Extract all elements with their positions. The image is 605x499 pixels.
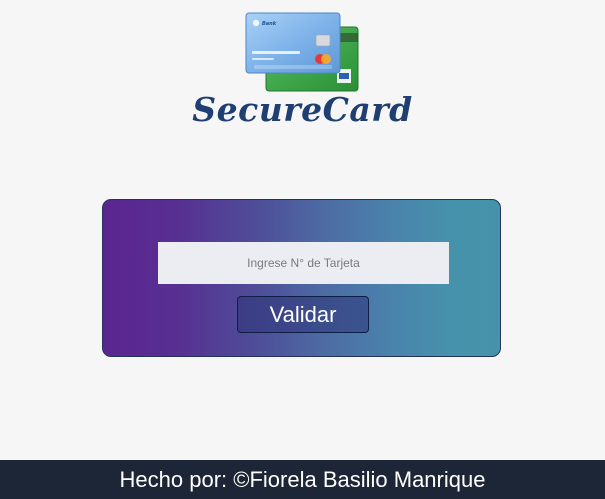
brand-name: SecureCard — [192, 90, 413, 129]
card-bank-text: Bank — [262, 21, 277, 27]
logo-header: Bank SecureCard — [0, 0, 605, 140]
credit-cards-icon: Bank — [245, 12, 359, 92]
footer: Hecho por: ©Fiorela Basilio Manrique — [0, 460, 605, 499]
validate-button[interactable]: Validar — [237, 296, 369, 333]
card-number-input[interactable] — [158, 242, 449, 284]
card-validation-panel: Validar — [102, 199, 501, 357]
footer-credit: Hecho por: ©Fiorela Basilio Manrique — [119, 467, 486, 492]
